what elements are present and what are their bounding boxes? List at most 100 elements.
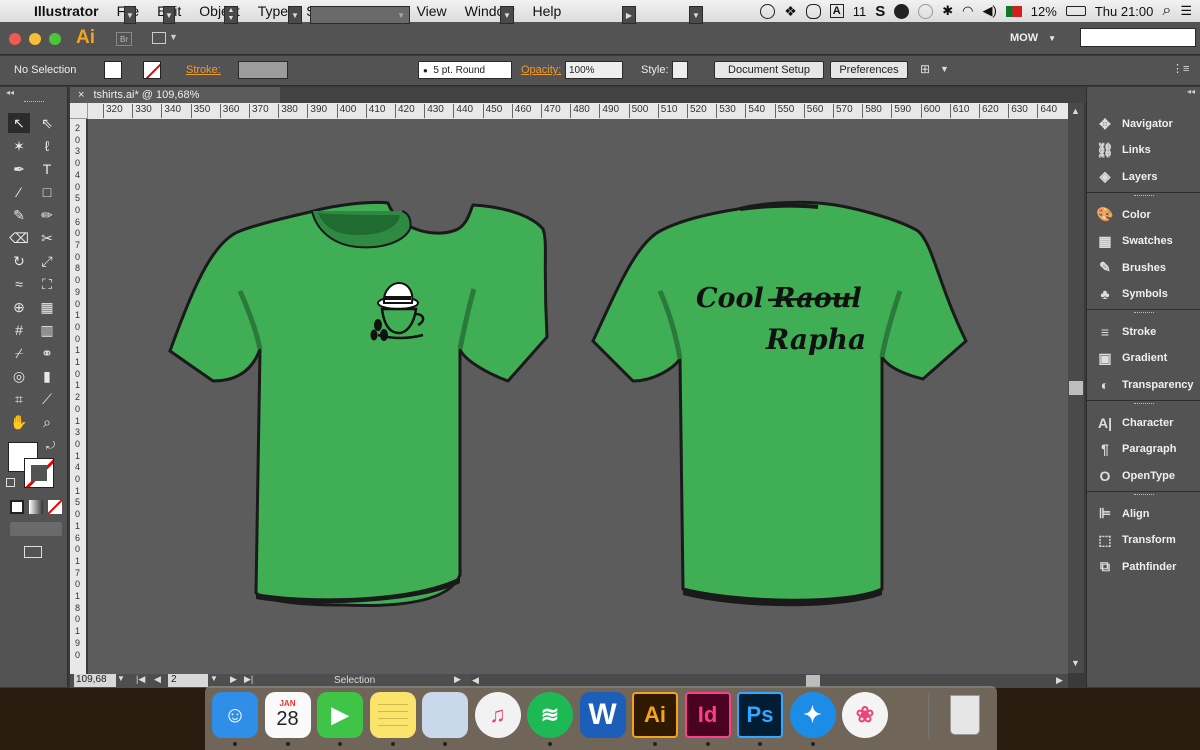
- artboard-canvas[interactable]: Cool Raoul Rapha: [88, 119, 1068, 674]
- panel-links[interactable]: ⛓ Links: [1086, 137, 1200, 163]
- style-dropdown[interactable]: ▼: [689, 6, 703, 24]
- zoom-window-button[interactable]: [49, 33, 61, 45]
- scale-tool-icon[interactable]: ⤢: [36, 251, 58, 271]
- dropbox-icon[interactable]: ❖: [784, 3, 797, 20]
- menu-object[interactable]: Object: [190, 3, 248, 19]
- type-tool-icon[interactable]: T: [36, 159, 58, 179]
- panel-menu-icon[interactable]: ⋮≡: [1172, 62, 1189, 75]
- panel-transform[interactable]: ⬚ Transform: [1086, 527, 1200, 553]
- minimize-window-button[interactable]: [29, 33, 41, 45]
- opera-icon[interactable]: [894, 3, 910, 19]
- opacity-label[interactable]: Opacity:: [521, 64, 561, 76]
- stroke-weight-stepper[interactable]: ▲ ▼: [224, 6, 238, 24]
- indesign-icon[interactable]: Id: [684, 692, 731, 738]
- panel-brushes[interactable]: ✎ Brushes: [1086, 255, 1200, 281]
- preview-icon[interactable]: [422, 692, 468, 738]
- trash-icon[interactable]: [942, 692, 988, 738]
- vertical-ruler[interactable]: 2030405060708090100110120130140150160170…: [70, 119, 86, 674]
- app-menu[interactable]: Illustrator: [25, 3, 108, 19]
- width-tool-icon[interactable]: ≈: [8, 274, 30, 294]
- style-swatch[interactable]: [672, 61, 688, 79]
- panel-swatches[interactable]: ▦ Swatches: [1086, 228, 1200, 254]
- perspective-grid-tool-icon[interactable]: ▦: [36, 297, 58, 317]
- back-tshirt[interactable]: Cool Raoul Rapha: [591, 200, 968, 607]
- default-colors-icon[interactable]: [6, 478, 15, 487]
- bluetooth-icon[interactable]: ✱: [942, 3, 953, 19]
- eyedropper-tool-icon[interactable]: ⌿: [8, 343, 30, 363]
- photos-icon[interactable]: ❀: [842, 692, 888, 738]
- artboard-dropdown[interactable]: ▼: [210, 674, 218, 683]
- vertical-scrollbar[interactable]: ▲ ▼: [1068, 103, 1084, 673]
- bridge-button[interactable]: Br: [116, 32, 132, 46]
- panel-grip[interactable]: [24, 101, 44, 103]
- arrange-icon[interactable]: ⊞: [920, 62, 930, 76]
- artboard-tool-icon[interactable]: ⌗: [8, 389, 30, 409]
- stroke-swatch-dropdown[interactable]: ▼: [163, 6, 175, 24]
- control-menu-icon[interactable]: ▼: [940, 64, 949, 74]
- collapse-icon[interactable]: ◂◂: [6, 88, 14, 97]
- scroll-thumb[interactable]: [1069, 381, 1083, 395]
- opacity-dropdown[interactable]: ▶: [622, 6, 636, 24]
- rotate-tool-icon[interactable]: ↻: [8, 251, 30, 271]
- horizontal-ruler[interactable]: 320 330 340 350 360 370 380 390 400 410 420 430 440 4…: [88, 103, 1068, 119]
- pen-tool-icon[interactable]: ✒: [8, 159, 30, 179]
- menu-help[interactable]: Help: [523, 3, 570, 19]
- first-artboard-button[interactable]: |◀: [136, 674, 145, 685]
- cloud-icon[interactable]: [805, 3, 821, 19]
- blend-tool-icon[interactable]: ⚭: [36, 343, 58, 363]
- panel-gradient[interactable]: ▣ Gradient: [1086, 345, 1200, 371]
- battery-icon[interactable]: [1065, 6, 1086, 16]
- wifi-icon[interactable]: ◠: [962, 3, 973, 19]
- scroll-left-arrow[interactable]: ◀: [472, 675, 479, 686]
- notification-center-icon[interactable]: ☰: [1180, 3, 1192, 19]
- pencil-tool-icon[interactable]: ✏: [36, 205, 58, 225]
- artboard-input[interactable]: 2: [168, 674, 208, 687]
- rectangle-tool-icon[interactable]: □: [36, 182, 58, 202]
- preferences-button[interactable]: Preferences: [830, 61, 908, 79]
- illustrator-icon[interactable]: Ai: [632, 692, 678, 738]
- draw-mode-icon[interactable]: [10, 522, 62, 536]
- panel-layers[interactable]: ◈ Layers: [1086, 164, 1200, 190]
- expand-panels-icon[interactable]: ◂◂: [1187, 87, 1195, 96]
- slice-tool-icon[interactable]: ⟋: [36, 389, 58, 409]
- zoom-tool-icon[interactable]: ⌕: [36, 412, 58, 432]
- brush-definition-dropdown[interactable]: ● 5 pt. Round: [418, 61, 512, 79]
- panel-paragraph[interactable]: ¶ Paragraph: [1086, 436, 1200, 462]
- close-window-button[interactable]: [9, 33, 21, 45]
- scroll-up-arrow[interactable]: ▲: [1071, 106, 1080, 116]
- finder-icon[interactable]: ☺: [212, 692, 258, 738]
- menu-view[interactable]: View: [408, 3, 456, 19]
- flag-icon[interactable]: [1005, 5, 1022, 17]
- search-help-input[interactable]: [1080, 28, 1196, 47]
- panel-navigator[interactable]: ✥ Navigator: [1086, 111, 1200, 137]
- opacity-input[interactable]: 100%: [565, 61, 623, 79]
- swap-fill-stroke-icon[interactable]: ⤾: [46, 440, 55, 453]
- document-setup-button[interactable]: Document Setup: [714, 61, 824, 79]
- photoshop-icon[interactable]: Ps: [737, 692, 783, 738]
- spotlight-icon[interactable]: ⌕: [1162, 2, 1171, 20]
- gradient-mode-icon[interactable]: [29, 500, 43, 514]
- workspace-switcher[interactable]: MOW ▼: [1010, 29, 1066, 47]
- fill-dropdown[interactable]: ▼: [124, 6, 136, 24]
- variable-width-dropdown[interactable]: ▼: [310, 6, 410, 24]
- last-artboard-button[interactable]: ▶|: [244, 674, 253, 685]
- itunes-icon[interactable]: ♫: [474, 692, 521, 738]
- panel-color[interactable]: 🎨 Color: [1086, 202, 1200, 228]
- panel-opentype[interactable]: O OpenType: [1086, 463, 1200, 489]
- screen-mode-icon[interactable]: [24, 546, 42, 558]
- symbol-sprayer-tool-icon[interactable]: ◎: [8, 366, 30, 386]
- zoom-dropdown[interactable]: ▼: [117, 674, 125, 683]
- adobe-icon[interactable]: A: [829, 4, 844, 18]
- blob-brush-tool-icon[interactable]: ⌫: [8, 228, 30, 248]
- lasso-tool-icon[interactable]: ℓ: [36, 136, 58, 156]
- close-tab-icon[interactable]: ×: [78, 89, 84, 101]
- selection-tool-icon[interactable]: ↖: [8, 113, 30, 133]
- notes-icon[interactable]: [369, 692, 416, 738]
- spotify-icon[interactable]: ≋: [527, 692, 573, 738]
- front-tshirt[interactable]: [168, 200, 549, 608]
- panel-stroke[interactable]: ≡ Stroke: [1086, 319, 1200, 345]
- panel-transparency[interactable]: ◐ Transparency: [1086, 372, 1200, 398]
- scroll-right-arrow[interactable]: ▶: [1056, 675, 1063, 686]
- panel-pathfinder[interactable]: ⧉ Pathfinder: [1086, 554, 1200, 580]
- brush-dropdown-arrow[interactable]: ▼: [500, 6, 514, 24]
